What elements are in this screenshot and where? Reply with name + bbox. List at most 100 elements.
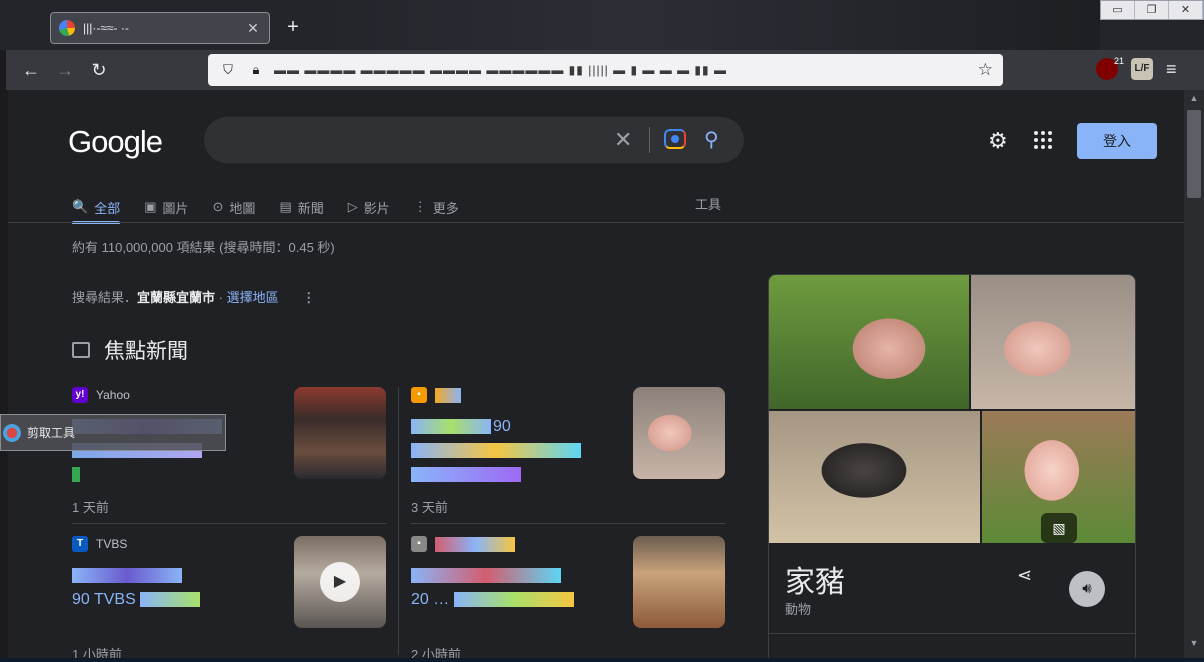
url-text[interactable]: ▬▬ ▬▬▬▬ ▬▬▬▬▬ ▬▬▬▬ ▬▬▬▬▬▬ ▮▮ ||||| ▬ ▮ ▬… bbox=[274, 63, 978, 77]
search-input[interactable]: ✕ ⚲ bbox=[204, 117, 744, 163]
speaker-icon[interactable]: 🔊︎ bbox=[1069, 571, 1105, 607]
news-card[interactable]: ▪ 20 … 2 小時前 bbox=[411, 536, 725, 658]
tabs-divider bbox=[8, 222, 1184, 223]
snipping-tool-label: 剪取工具 bbox=[27, 426, 76, 440]
news-source-name: Yahoo bbox=[96, 388, 130, 402]
change-region-link[interactable]: 選擇地區 bbox=[227, 290, 279, 305]
play-icon[interactable]: ▶ bbox=[320, 562, 360, 602]
tab-news[interactable]: ▤ 新聞 bbox=[279, 192, 323, 222]
region-line: 搜尋結果．宜蘭縣宜蘭市 · 選擇地區 ⋮ bbox=[72, 287, 315, 306]
gear-icon[interactable]: ⚙ bbox=[988, 128, 1008, 154]
bookmark-star-icon[interactable]: ☆ bbox=[978, 60, 993, 80]
news-video-thumbnail[interactable]: ▶ bbox=[294, 536, 386, 628]
knowledge-panel-divider bbox=[769, 633, 1135, 634]
yahoo-logo-icon: y! bbox=[72, 387, 88, 403]
region-name: 宜蘭縣宜蘭市 bbox=[137, 290, 216, 305]
top-stories-title: 焦點新聞 bbox=[104, 340, 188, 363]
tab-strip: |||·-≈≈- ·- ✕ + ▭ ❐ ✕ bbox=[0, 0, 1204, 50]
news-headline[interactable]: 90 bbox=[411, 415, 621, 487]
tab-images[interactable]: ▣ 圖片 bbox=[144, 192, 188, 222]
new-tab-button[interactable]: + bbox=[283, 16, 303, 38]
clear-search-icon[interactable]: ✕ bbox=[614, 127, 632, 153]
lock-icon[interactable]: 🔒︎ bbox=[246, 62, 266, 78]
tab-label: 圖片 bbox=[162, 200, 189, 216]
tab-videos[interactable]: ▷ 影片 bbox=[348, 192, 390, 222]
reload-button[interactable]: ↻ bbox=[82, 55, 116, 85]
tab-label: 全部 bbox=[94, 200, 121, 216]
search-icon: 🔍 bbox=[72, 199, 89, 214]
news-source-logo-icon: ▪ bbox=[411, 536, 427, 552]
pig-image[interactable] bbox=[971, 275, 1135, 409]
share-icon[interactable]: ⋖ bbox=[1017, 565, 1032, 586]
knowledge-panel: ▧ 家豬 動物 ⋖ 🔊︎ bbox=[768, 274, 1136, 658]
lf-extension-button[interactable]: L/F bbox=[1131, 58, 1153, 80]
minimize-button[interactable]: ▭ bbox=[1101, 1, 1135, 19]
ublock-extension-button[interactable]: 21 bbox=[1096, 56, 1124, 80]
tab-label: 影片 bbox=[363, 200, 390, 216]
navigation-bar: ← → ↻ ⛉ 🔒︎ ▬▬ ▬▬▬▬ ▬▬▬▬▬ ▬▬▬▬ ▬▬▬▬▬▬ ▮▮ … bbox=[6, 50, 1204, 90]
knowledge-panel-subtitle: 動物 bbox=[785, 602, 812, 617]
google-results-page: Google ✕ ⚲ ⚙ 登入 🔍 全部 ▣ 圖片 ⊙ 地圖 ▤ 新聞 ▷ 影片 bbox=[8, 90, 1184, 658]
pig-image[interactable] bbox=[769, 275, 969, 409]
tab-more[interactable]: ⋮ 更多 bbox=[414, 192, 459, 222]
news-source-logo-icon: ▪ bbox=[411, 387, 427, 403]
pig-image[interactable] bbox=[769, 411, 980, 543]
news-time: 1 天前 bbox=[72, 500, 109, 515]
google-logo[interactable]: Google bbox=[68, 124, 163, 160]
shield-icon[interactable]: ⛉ bbox=[218, 62, 238, 78]
snipping-tool-icon bbox=[3, 423, 21, 442]
more-images-icon[interactable]: ▧ bbox=[1041, 513, 1077, 543]
apps-grid-icon[interactable] bbox=[1034, 131, 1052, 149]
search-tabs: 🔍 全部 ▣ 圖片 ⊙ 地圖 ▤ 新聞 ▷ 影片 ⋮ 更多 bbox=[72, 192, 483, 224]
hamburger-menu-icon[interactable]: ≡ bbox=[1166, 59, 1177, 80]
snipping-tool-window[interactable]: 剪取工具 bbox=[0, 414, 226, 451]
desktop-background bbox=[320, 0, 1100, 50]
news-card[interactable]: ▪ 90 3 天前 bbox=[411, 387, 725, 517]
news-source-name: TVBS bbox=[96, 537, 128, 551]
more-options-icon[interactable]: ⋮ bbox=[302, 290, 315, 306]
signin-button[interactable]: 登入 bbox=[1077, 123, 1157, 159]
top-stories-header: 焦點新聞 bbox=[72, 335, 188, 365]
news-thumbnail[interactable] bbox=[294, 387, 386, 479]
close-window-button[interactable]: ✕ bbox=[1169, 1, 1203, 19]
image-icon: ▣ bbox=[144, 199, 157, 214]
tab-label: 更多 bbox=[432, 200, 459, 216]
window-controls: ▭ ❐ ✕ bbox=[1100, 0, 1204, 20]
browser-tab[interactable]: |||·-≈≈- ·- ✕ bbox=[50, 12, 270, 44]
tools-button[interactable]: 工具 bbox=[695, 194, 721, 213]
page-scrollbar[interactable]: ▲ ▼ bbox=[1184, 90, 1204, 658]
search-icon[interactable]: ⚲ bbox=[704, 127, 719, 152]
google-lens-icon[interactable] bbox=[664, 129, 686, 149]
news-headline[interactable]: 90 TVBS bbox=[72, 564, 282, 612]
scroll-up-icon[interactable]: ▲ bbox=[1184, 93, 1204, 103]
tab-label: 新聞 bbox=[297, 200, 324, 216]
news-column-divider bbox=[398, 387, 399, 655]
back-button[interactable]: ← bbox=[14, 55, 48, 85]
scroll-down-icon[interactable]: ▼ bbox=[1184, 638, 1204, 648]
ublock-badge-count: 21 bbox=[1113, 56, 1124, 66]
forward-button[interactable]: → bbox=[48, 55, 82, 85]
close-tab-icon[interactable]: ✕ bbox=[245, 20, 261, 37]
tab-maps[interactable]: ⊙ 地圖 bbox=[213, 192, 256, 222]
tab-all[interactable]: 🔍 全部 bbox=[72, 192, 121, 224]
news-card[interactable]: y! Yahoo 1 天前 bbox=[72, 387, 386, 517]
taskbar-edge bbox=[0, 658, 1204, 662]
map-pin-icon: ⊙ bbox=[212, 199, 224, 214]
news-thumbnail[interactable] bbox=[633, 536, 725, 628]
knowledge-panel-title: 家豬 bbox=[785, 565, 845, 600]
news-thumbnail[interactable] bbox=[633, 387, 725, 479]
address-bar[interactable]: ⛉ 🔒︎ ▬▬ ▬▬▬▬ ▬▬▬▬▬ ▬▬▬▬ ▬▬▬▬▬▬ ▮▮ ||||| … bbox=[208, 54, 1003, 86]
news-icon bbox=[72, 342, 90, 358]
news-separator bbox=[72, 523, 386, 524]
news-time: 2 小時前 bbox=[411, 647, 461, 658]
play-icon: ▷ bbox=[347, 199, 358, 214]
news-headline[interactable]: 20 … bbox=[411, 564, 621, 612]
restore-button[interactable]: ❐ bbox=[1135, 1, 1169, 19]
news-card[interactable]: T TVBS 90 TVBS 1 小時前 ▶ bbox=[72, 536, 386, 658]
news-time: 3 天前 bbox=[411, 500, 448, 515]
scrollbar-thumb[interactable] bbox=[1187, 110, 1201, 198]
newspaper-icon: ▤ bbox=[279, 199, 292, 214]
result-stats: 約有 110,000,000 項結果 (搜尋時間：0.45 秒) bbox=[72, 240, 335, 255]
news-separator bbox=[411, 523, 725, 524]
tab-title: |||·-≈≈- ·- bbox=[83, 21, 129, 35]
